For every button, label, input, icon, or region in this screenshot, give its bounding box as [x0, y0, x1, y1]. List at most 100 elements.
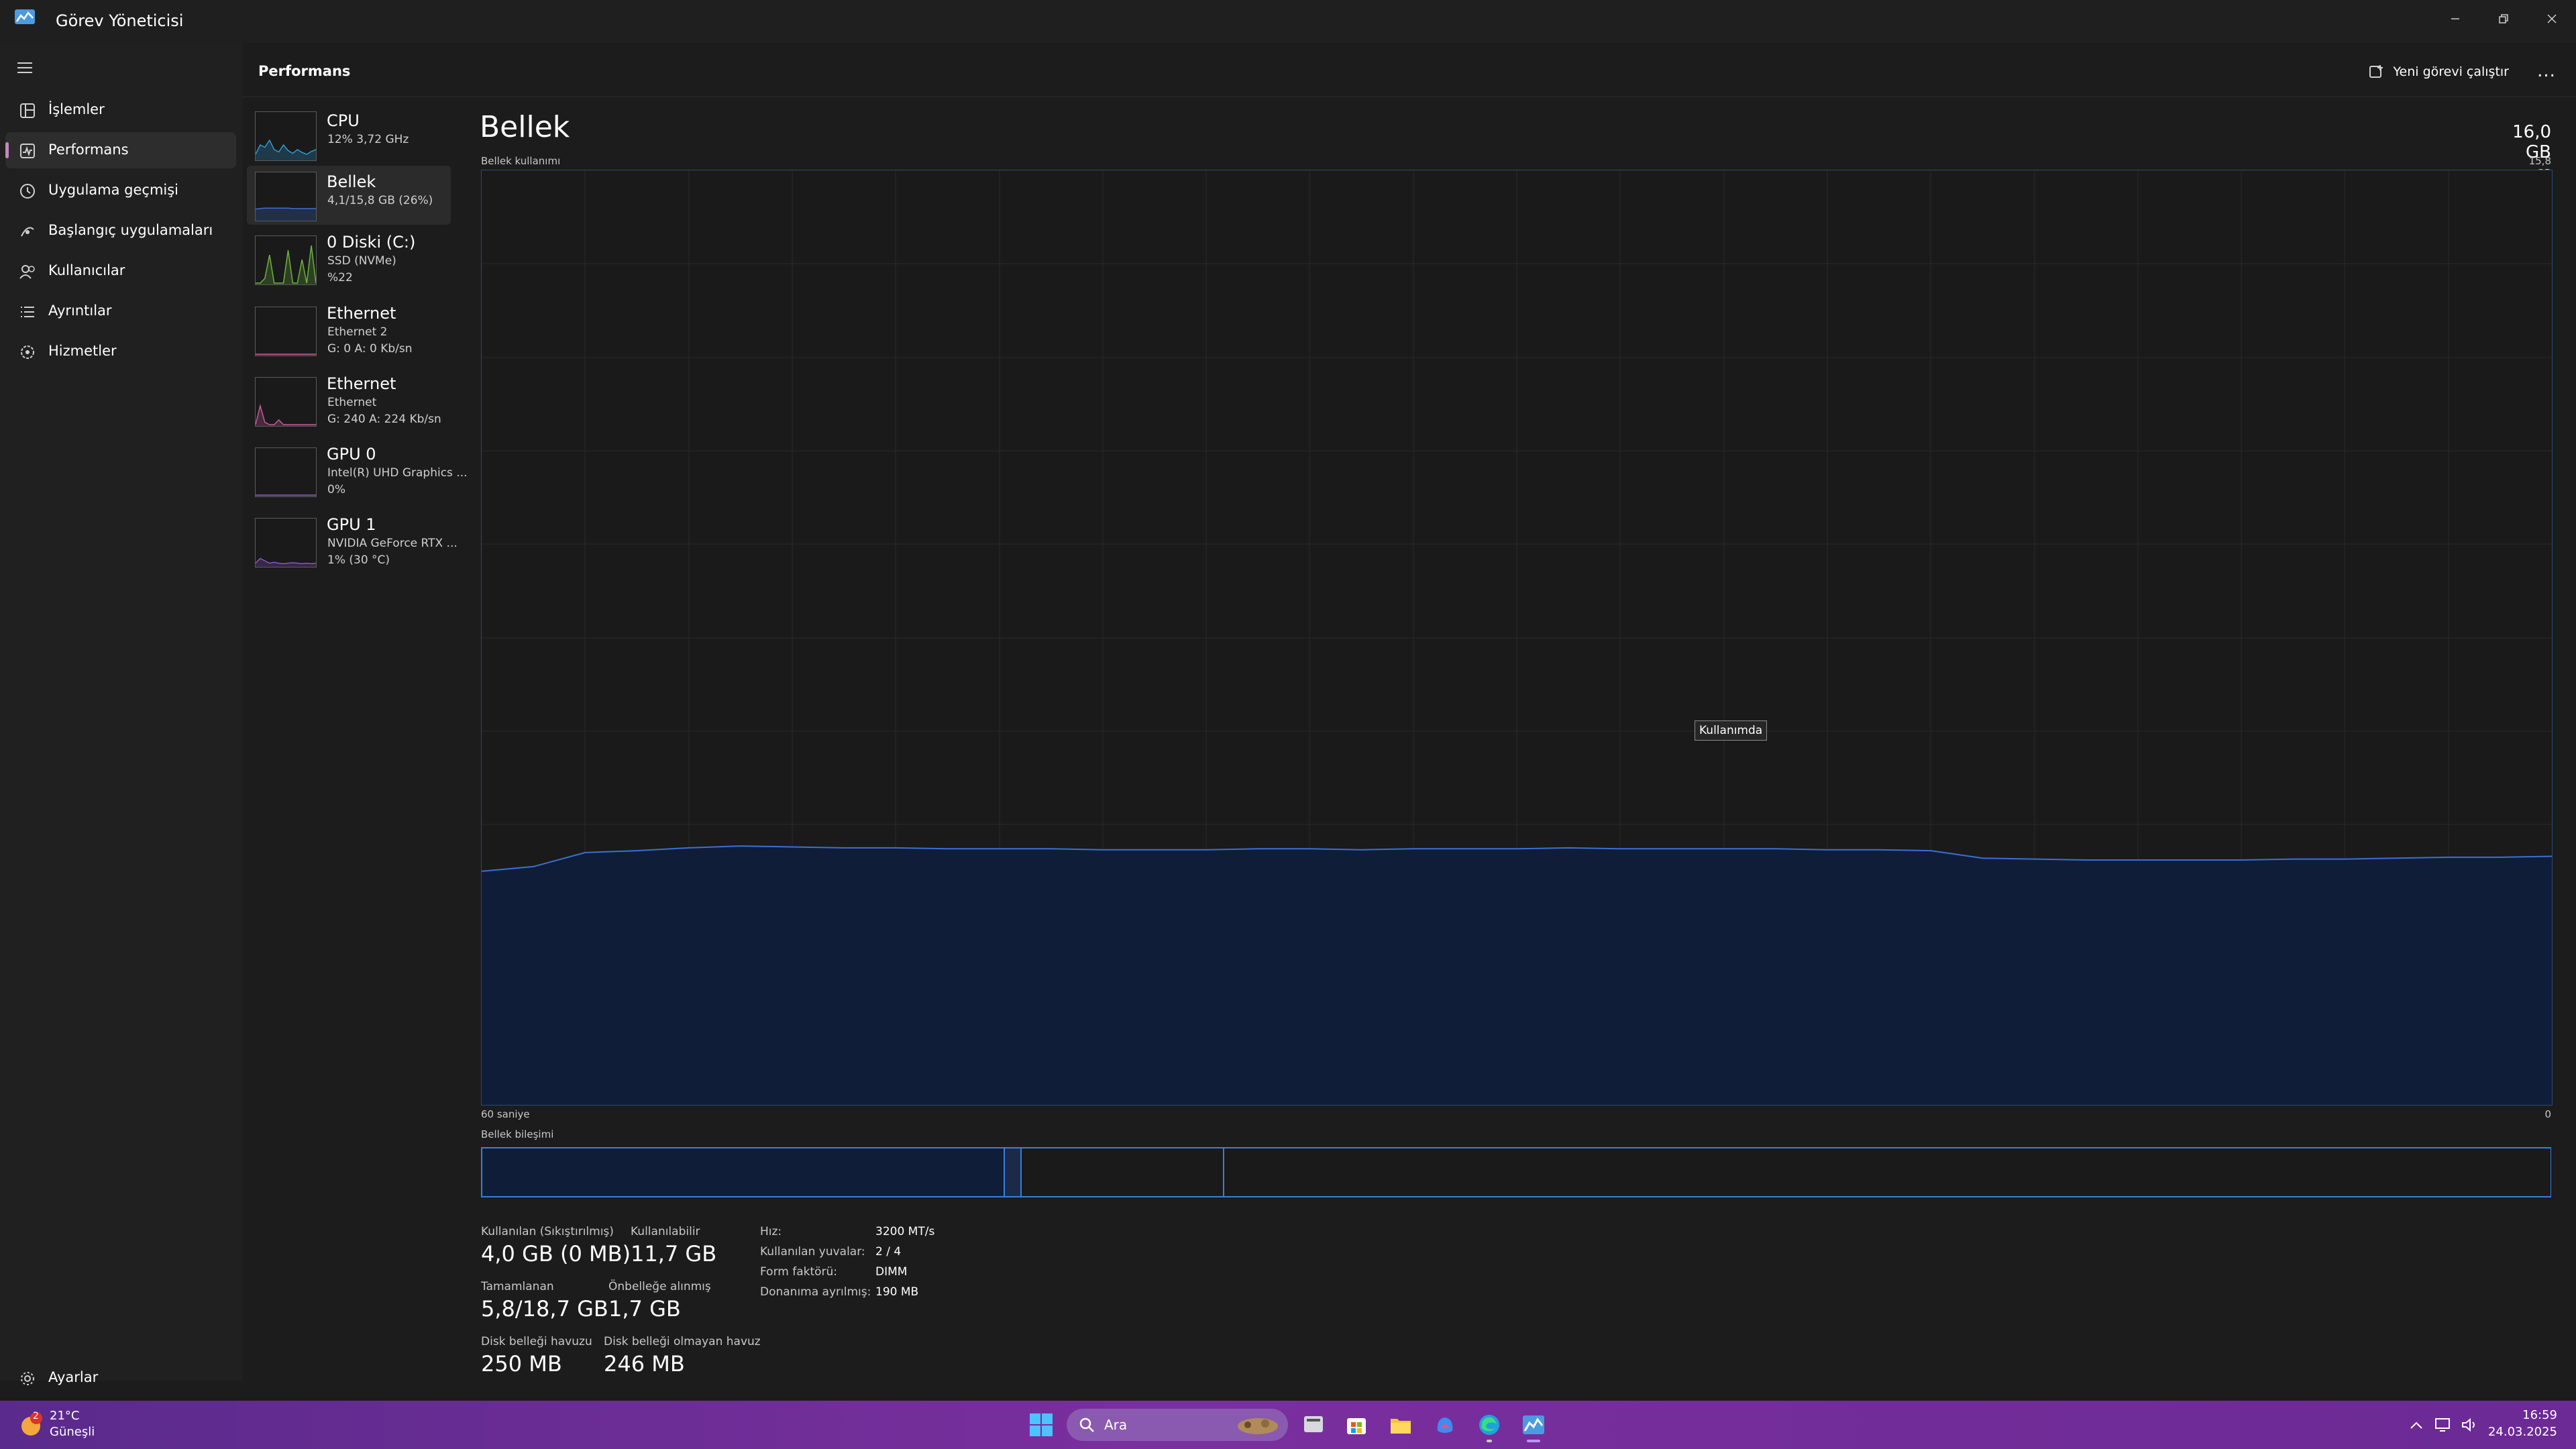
composition-free	[1223, 1148, 2551, 1196]
device-detail: 12% 3,72 GHz	[327, 133, 409, 146]
device-detail: NVIDIA GeForce RTX ...	[327, 537, 458, 550]
minimize-button[interactable]	[2436, 4, 2474, 34]
device-disk[interactable]: 0 Diski (C:) SSD (NVMe) %22	[247, 229, 451, 295]
memory-composition-bar	[481, 1147, 2551, 1197]
stat-label: Önbelleğe alınmış	[608, 1280, 711, 1293]
users-icon	[19, 263, 36, 280]
file-explorer-icon[interactable]	[1386, 1410, 1415, 1440]
device-gpu-0[interactable]: GPU 0 Intel(R) UHD Graphics ... 0%	[247, 441, 468, 506]
nav-label: Performans	[48, 142, 129, 158]
nav-label: Ayrıntılar	[48, 303, 112, 319]
taskbar-search[interactable]: Ara	[1067, 1409, 1288, 1441]
stat-label: Disk belleği olmayan havuz	[604, 1335, 761, 1348]
nav-item-users[interactable]: Kullanıcılar	[5, 253, 236, 289]
device-thumbnail	[255, 518, 317, 568]
detail-key: Form faktörü:	[760, 1265, 838, 1279]
device-memory[interactable]: Bellek 4,1/15,8 GB (26%)	[247, 166, 451, 225]
device-name: Ethernet	[327, 304, 396, 323]
thumbnail-area	[256, 140, 316, 160]
thumbnail-area	[256, 558, 316, 567]
nav-item-settings[interactable]: Ayarlar	[5, 1360, 236, 1396]
task-view-icon[interactable]	[1299, 1410, 1328, 1440]
nav-item-services[interactable]: Hizmetler	[5, 333, 236, 370]
window-title: Görev Yöneticisi	[56, 11, 184, 30]
gear-icon	[19, 1370, 36, 1387]
nav-label: Hizmetler	[48, 343, 117, 359]
device-detail: %22	[327, 271, 353, 284]
memory-usage-graph	[481, 170, 2553, 1106]
nav-item-app-history[interactable]: Uygulama geçmişi	[5, 172, 236, 209]
new-task-button[interactable]: Yeni görevi çalıştır	[2369, 60, 2509, 83]
history-icon	[19, 182, 36, 200]
left-navigation: İşlemler Performans Uygulama geçmişi Baş…	[0, 43, 243, 1385]
device-cpu[interactable]: CPU 12% 3,72 GHz	[247, 106, 451, 161]
device-name: Bellek	[327, 172, 376, 191]
stat-label: Tamamlanan	[481, 1280, 554, 1293]
graph-tooltip: Kullanımda	[1695, 720, 1768, 741]
memory-composition-label: Bellek bileşimi	[481, 1128, 554, 1140]
thumbnail-line	[256, 404, 316, 425]
stat-label: Kullanılan (Sıkıştırılmış)	[481, 1225, 614, 1238]
task-manager-app-icon	[15, 9, 35, 24]
nav-item-processes[interactable]: İşlemler	[5, 92, 236, 128]
new-task-label: Yeni görevi çalıştır	[2393, 64, 2509, 79]
nav-label: İşlemler	[48, 101, 105, 117]
detail-key: Hız:	[760, 1225, 782, 1238]
clock-time[interactable]: 16:59	[2483, 1408, 2557, 1422]
more-options-button[interactable]: ...	[2533, 59, 2560, 83]
copilot-icon[interactable]	[1430, 1410, 1460, 1440]
graph-time-end: 0	[2544, 1108, 2551, 1120]
clock-date[interactable]: 24.03.2025	[2483, 1425, 2557, 1439]
close-button[interactable]	[2533, 4, 2571, 34]
nav-item-performance[interactable]: Performans	[5, 132, 236, 168]
device-gpu-1[interactable]: GPU 1 NVIDIA GeForce RTX ... 1% (30 °C)	[247, 511, 458, 577]
nav-label: Uygulama geçmişi	[48, 182, 179, 198]
detail-value: 2 / 4	[875, 1245, 902, 1258]
weather-widget[interactable]: 2	[17, 1411, 44, 1438]
weather-badge: 2	[33, 1411, 39, 1421]
active-indicator	[5, 142, 9, 158]
stat-value: 4,0 GB (0 MB)	[481, 1241, 631, 1267]
services-icon	[19, 343, 36, 361]
device-thumbnail	[255, 172, 317, 221]
nav-item-startup-apps[interactable]: Başlangıç uygulamaları	[5, 213, 236, 249]
detail-value: DIMM	[875, 1265, 908, 1279]
device-detail: 1% (30 °C)	[327, 553, 390, 567]
detail-key: Kullanılan yuvalar:	[760, 1245, 865, 1258]
stat-label: Kullanılabilir	[631, 1225, 700, 1238]
restore-button[interactable]	[2485, 4, 2522, 34]
taskbar: 2 21°C Güneşli Ara 16:59 24.03.2025	[0, 1401, 2576, 1449]
processes-icon	[19, 102, 36, 119]
device-detail: Ethernet 2	[327, 325, 388, 339]
edge-browser-icon[interactable]	[1474, 1410, 1504, 1442]
nav-item-details[interactable]: Ayrıntılar	[5, 293, 236, 329]
thumbnail-area	[256, 208, 316, 221]
device-detail: 0%	[327, 483, 345, 496]
volume-icon[interactable]	[2455, 1410, 2485, 1440]
start-button[interactable]	[1026, 1410, 1056, 1440]
device-thumbnail	[255, 377, 317, 427]
task-manager-taskbar-icon[interactable]	[1519, 1410, 1548, 1442]
composition-in-use	[482, 1148, 1004, 1196]
search-highlight-icon	[1234, 1413, 1281, 1437]
graph-time-start: 60 saniye	[481, 1108, 530, 1120]
device-detail: Ethernet	[327, 396, 377, 409]
device-detail: SSD (NVMe)	[327, 254, 396, 268]
device-ethernet-2[interactable]: Ethernet Ethernet 2 G: 0 A: 0 Kb/sn	[247, 300, 451, 366]
title-bar: Görev Yöneticisi	[0, 0, 2576, 43]
memory-title: Bellek	[480, 110, 570, 144]
device-ethernet[interactable]: Ethernet Ethernet G: 240 A: 224 Kb/sn	[247, 370, 451, 436]
page-header: Performans Yeni görevi çalıştır ...	[243, 43, 2576, 97]
network-icon[interactable]	[2428, 1410, 2458, 1440]
composition-standby	[1020, 1148, 1223, 1196]
chevron-up-icon[interactable]	[2402, 1410, 2431, 1440]
device-thumbnail	[255, 307, 317, 356]
store-icon[interactable]	[1342, 1410, 1371, 1440]
device-detail: G: 0 A: 0 Kb/sn	[327, 342, 413, 356]
hamburger-menu-icon[interactable]	[16, 60, 34, 75]
stat-value: 5,8/18,7 GB	[481, 1296, 608, 1322]
new-task-icon	[2369, 64, 2385, 80]
stat-value: 246 MB	[604, 1351, 685, 1377]
weather-temperature: 21°C	[50, 1409, 80, 1423]
device-name: GPU 1	[327, 515, 376, 534]
